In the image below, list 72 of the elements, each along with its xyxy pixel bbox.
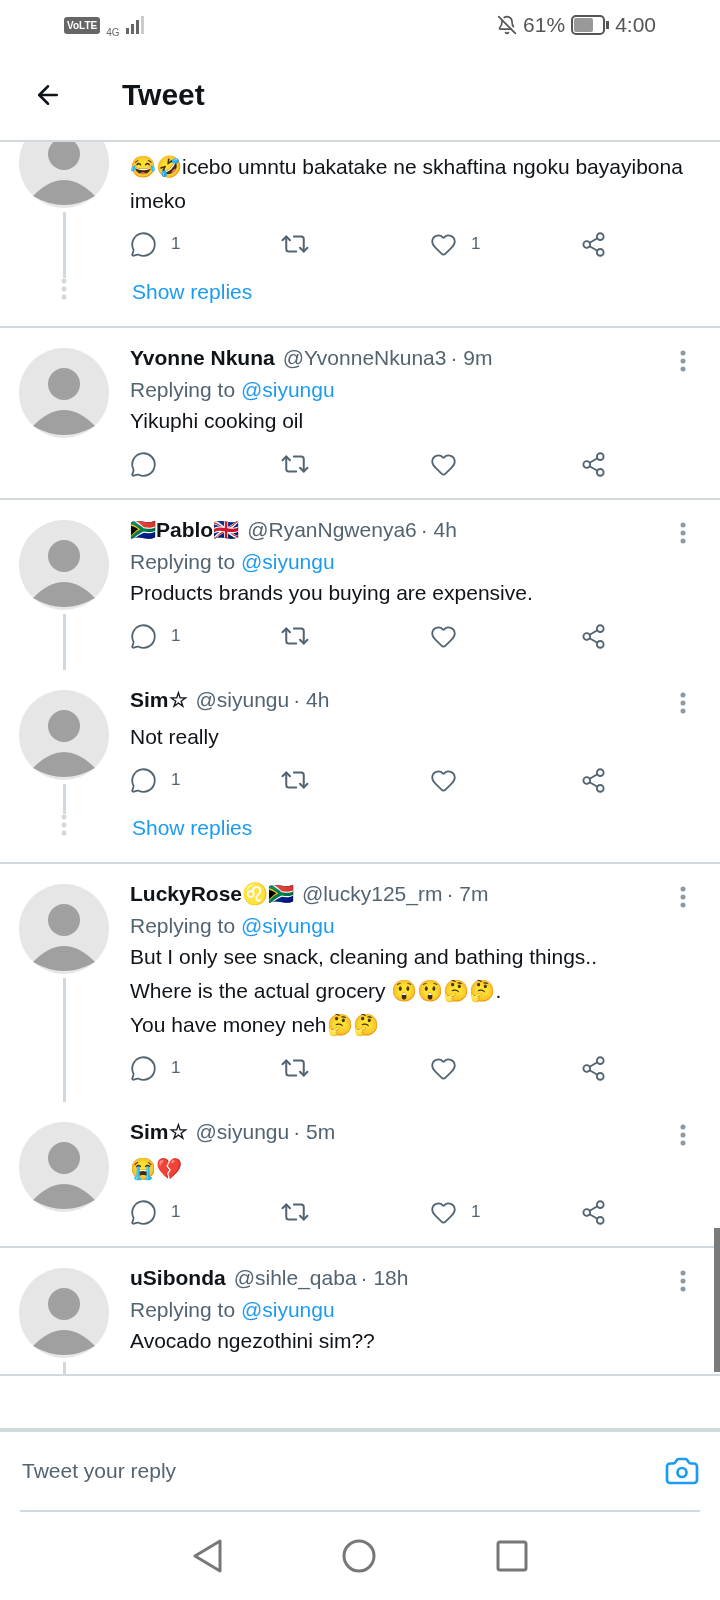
reply-icon[interactable] [130, 766, 157, 794]
tweet-text: 😭💔 [130, 1156, 183, 1183]
battery-icon [571, 15, 610, 35]
share-icon[interactable] [580, 1198, 607, 1226]
nav-back-icon[interactable] [192, 1539, 222, 1573]
share-icon[interactable] [580, 1054, 607, 1082]
mute-icon [497, 15, 518, 35]
reply-icon[interactable] [130, 622, 157, 650]
more-icon[interactable] [680, 522, 686, 544]
reply-count: 1 [171, 1058, 181, 1078]
more-icon[interactable] [680, 1270, 686, 1292]
user-name[interactable]: Sim☆ [130, 688, 188, 712]
tweet-text: 😂🤣icebo umntu bakatake ne skhaftina ngoku bayayibona imeko [130, 154, 684, 214]
tweet-time: · 5m [293, 1120, 336, 1144]
tweet-time: · 18h [360, 1266, 409, 1290]
user-handle: @sihle_qaba [233, 1266, 357, 1290]
user-handle: @lucky125_rm [302, 882, 443, 906]
avatar[interactable] [19, 690, 109, 780]
avatar[interactable] [19, 1122, 109, 1212]
user-handle: @siyungu [195, 688, 290, 712]
tweet-text: Products brands you buying are expensive. [130, 580, 534, 606]
more-icon[interactable] [680, 886, 686, 908]
user-handle: @RyanNgwenya6 [247, 518, 417, 542]
like-count: 1 [471, 1202, 481, 1222]
tweet-time: · 9m [450, 346, 493, 370]
avatar[interactable] [19, 1268, 109, 1358]
avatar[interactable] [19, 884, 109, 974]
user-name[interactable]: uSibonda [130, 1266, 226, 1290]
like-count: 1 [471, 234, 481, 254]
signal-icon [125, 16, 146, 34]
replying-to: Replying to @siyungu [130, 914, 336, 938]
user-name[interactable]: Yvonne Nkuna [130, 346, 275, 370]
nav-home-icon[interactable] [342, 1539, 376, 1573]
replying-to: Replying to @siyungu [130, 378, 336, 402]
share-icon[interactable] [580, 450, 607, 478]
replying-to: Replying to @siyungu [130, 550, 336, 574]
battery-percent: 61% [523, 13, 566, 37]
more-icon[interactable] [680, 1124, 686, 1146]
avatar[interactable] [19, 348, 109, 438]
replying-to: Replying to @siyungu [130, 1298, 336, 1322]
more-icon[interactable] [680, 350, 686, 372]
network-type: 4G [106, 26, 120, 38]
reply-count: 1 [171, 770, 181, 790]
reply-icon[interactable] [130, 1198, 157, 1226]
share-icon[interactable] [580, 766, 607, 794]
user-handle: @siyungu [195, 1120, 290, 1144]
share-icon[interactable] [580, 622, 607, 650]
tweet-time: · 7m [446, 882, 489, 906]
avatar[interactable] [19, 520, 109, 610]
tweet-time: · 4h [420, 518, 457, 542]
tweet-text: Not really [130, 724, 220, 750]
user-name[interactable]: Sim☆ [130, 1120, 188, 1144]
user-name[interactable]: 🇿🇦Pablo🇬🇧 [130, 518, 240, 542]
user-handle: @YvonneNkuna3 [282, 346, 447, 370]
reply-icon[interactable] [130, 230, 157, 258]
tweet-text: Avocado ngezothini sim?? [130, 1328, 376, 1354]
tweet-text: But I only see snack, cleaning and bathing things.. Where is the actual grocery 😲😲🤔🤔. You have money neh🤔🤔 [130, 944, 598, 1038]
page-title: Tweet [122, 78, 205, 112]
tweet-text: Yikuphi cooking oil [130, 408, 305, 434]
reply-count: 1 [171, 1202, 181, 1222]
reply-icon[interactable] [130, 1054, 157, 1082]
nav-recents-icon[interactable] [496, 1540, 528, 1572]
clock: 4:00 [615, 13, 656, 37]
user-name[interactable]: LuckyRose♌🇿🇦 [130, 882, 295, 906]
reply-icon[interactable] [130, 450, 157, 478]
avatar[interactable] [19, 142, 109, 208]
more-icon[interactable] [680, 692, 686, 714]
reply-count: 1 [171, 234, 181, 254]
reply-count: 1 [171, 626, 181, 646]
share-icon[interactable] [580, 230, 607, 258]
volte-badge: VoLTE [64, 16, 101, 34]
tweet-time: · 4h [293, 688, 330, 712]
